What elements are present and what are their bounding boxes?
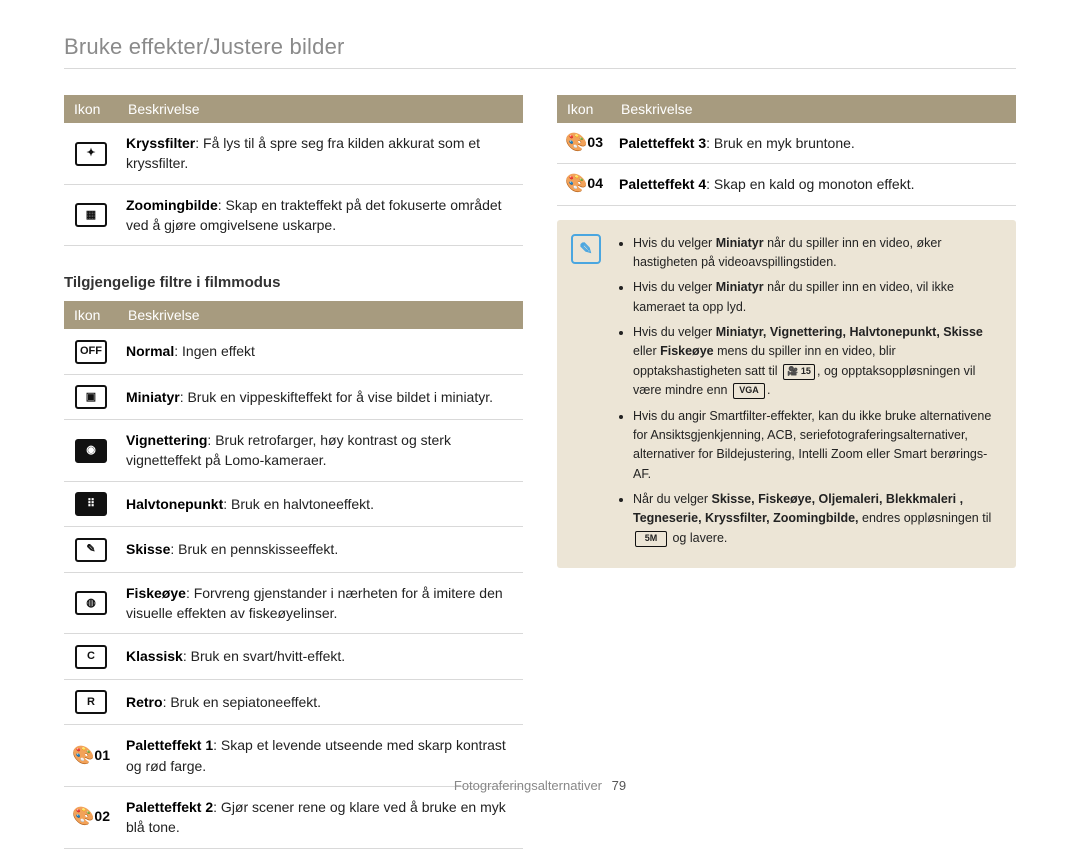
row-description: Paletteffekt 3: Bruk en myk bruntone. (611, 123, 1016, 164)
table-row: ✎ Skisse: Bruk en pennskisseeffekt. (64, 527, 523, 573)
table-header-beskrivelse: Beskrivelse (611, 95, 1016, 123)
row-description: Zoomingbilde: Skap en trakteffekt på det… (118, 184, 523, 246)
info-box: ✎ Hvis du velger Miniatyr når du spiller… (557, 220, 1016, 569)
halftone-icon: ⠿ (75, 492, 107, 516)
table-row: 🎨04 Paletteffekt 4: Skap en kald og mono… (557, 164, 1016, 205)
table-row: 🎨03 Paletteffekt 3: Bruk en myk bruntone… (557, 123, 1016, 164)
row-description: Vignettering: Bruk retrofarger, høy kont… (118, 420, 523, 482)
table-row: ◉ Vignettering: Bruk retrofarger, høy ko… (64, 420, 523, 482)
inline-mode-icon: VGA (733, 383, 765, 399)
table-header-ikon: Ikon (64, 95, 118, 123)
fisheye-icon: ◍ (75, 591, 107, 615)
palette1-icon: 🎨01 (72, 746, 110, 764)
table-header-ikon: Ikon (557, 95, 611, 123)
info-icon: ✎ (571, 234, 601, 264)
row-description: Halvtonepunkt: Bruk en halvtoneeffekt. (118, 481, 523, 527)
table-header-beskrivelse: Beskrivelse (118, 95, 523, 123)
row-description: Skisse: Bruk en pennskisseeffekt. (118, 527, 523, 573)
miniature-icon: ▣ (75, 385, 107, 409)
normal-icon: OFF (75, 340, 107, 364)
table-row: 🎨02 Paletteffekt 2: Gjør scener rene og … (64, 786, 523, 848)
inline-mode-icon: 🎥 15 (783, 364, 815, 380)
row-description: Kryssfilter: Få lys til å spre seg fra k… (118, 123, 523, 184)
table-row: ▦ Zoomingbilde: Skap en trakteffekt på d… (64, 184, 523, 246)
palette4-icon: 🎨04 (565, 174, 603, 192)
table-film-filters: Ikon Beskrivelse OFF Normal: Ingen effek… (64, 301, 523, 848)
table-row: C Klassisk: Bruk en svart/hvitt-effekt. (64, 634, 523, 680)
page-footer: Fotograferingsalternativer 79 (0, 778, 1080, 793)
palette3-icon: 🎨03 (565, 133, 603, 151)
sketch-icon: ✎ (75, 538, 107, 562)
page-title: Bruke effekter/Justere bilder (64, 34, 1016, 68)
inline-mode-icon: 5M (635, 531, 667, 547)
row-description: Fiskeøye: Forvreng gjenstander i nærhete… (118, 572, 523, 634)
table-row: ⠿ Halvtonepunkt: Bruk en halvtoneeffekt. (64, 481, 523, 527)
table-effects-1: Ikon Beskrivelse ✦ Kryssfilter: Få lys t… (64, 95, 523, 246)
info-item: Hvis du velger Miniatyr når du spiller i… (633, 278, 1000, 317)
left-column: Ikon Beskrivelse ✦ Kryssfilter: Få lys t… (64, 95, 523, 849)
footer-label: Fotograferingsalternativer (454, 778, 602, 793)
row-description: Miniatyr: Bruk en vippeskifteffekt for å… (118, 374, 523, 420)
page: Bruke effekter/Justere bilder Ikon Beskr… (0, 0, 1080, 815)
palette2-icon: 🎨02 (72, 807, 110, 825)
footer-page-number: 79 (612, 778, 626, 793)
row-description: Paletteffekt 2: Gjør scener rene og klar… (118, 786, 523, 848)
table-row: ▣ Miniatyr: Bruk en vippeskifteffekt for… (64, 374, 523, 420)
info-item: Hvis du velger Miniatyr når du spiller i… (633, 234, 1000, 273)
section-subhead: Tilgjengelige filtre i filmmodus (64, 274, 523, 291)
retro-icon: R (75, 690, 107, 714)
info-list: Hvis du velger Miniatyr når du spiller i… (615, 234, 1000, 555)
table-row: ✦ Kryssfilter: Få lys til å spre seg fra… (64, 123, 523, 184)
info-item: Hvis du velger Miniatyr, Vignettering, H… (633, 323, 1000, 401)
table-row: R Retro: Bruk en sepiatoneeffekt. (64, 679, 523, 725)
table-palette-cont: Ikon Beskrivelse 🎨03 Paletteffekt 3: Bru… (557, 95, 1016, 206)
table-row: OFF Normal: Ingen effekt (64, 329, 523, 374)
two-column-layout: Ikon Beskrivelse ✦ Kryssfilter: Få lys t… (64, 95, 1016, 849)
info-item: Hvis du angir Smartfilter-effekter, kan … (633, 407, 1000, 485)
row-description: Normal: Ingen effekt (118, 329, 523, 374)
vignetting-icon: ◉ (75, 439, 107, 463)
table-header-ikon: Ikon (64, 301, 118, 329)
crossfilter-icon: ✦ (75, 142, 107, 166)
table-row: ◍ Fiskeøye: Forvreng gjenstander i nærhe… (64, 572, 523, 634)
zoom-blur-icon: ▦ (75, 203, 107, 227)
table-header-beskrivelse: Beskrivelse (118, 301, 523, 329)
row-description: Klassisk: Bruk en svart/hvitt-effekt. (118, 634, 523, 680)
info-item: Når du velger Skisse, Fiskeøye, Oljemale… (633, 490, 1000, 548)
right-column: Ikon Beskrivelse 🎨03 Paletteffekt 3: Bru… (557, 95, 1016, 849)
row-description: Paletteffekt 4: Skap en kald og monoton … (611, 164, 1016, 205)
title-rule (64, 68, 1016, 69)
row-description: Retro: Bruk en sepiatoneeffekt. (118, 679, 523, 725)
classic-icon: C (75, 645, 107, 669)
